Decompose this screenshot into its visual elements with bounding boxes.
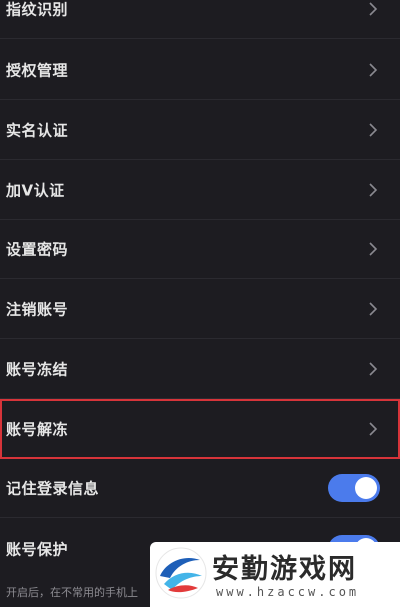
settings-item-label: 账号保护 [6, 540, 69, 558]
settings-item-fingerprint[interactable]: 指纹识别 [0, 0, 400, 39]
watermark: 安勤游戏网 www.hzaccw.com [150, 542, 400, 607]
settings-item-label: 指纹识别 [6, 0, 69, 19]
settings-item-label: 记住登录信息 [6, 479, 100, 498]
settings-item-freeze-account[interactable]: 账号冻结 [0, 340, 400, 399]
settings-item-set-password[interactable]: 设置密码 [0, 220, 400, 279]
remember-login-toggle[interactable] [328, 474, 380, 502]
settings-item-label: 注销账号 [6, 300, 69, 319]
chevron-right-icon [369, 123, 378, 137]
settings-item-real-name[interactable]: 实名认证 [0, 101, 400, 160]
chevron-right-icon [369, 183, 378, 197]
toggle-knob [355, 477, 377, 499]
chevron-right-icon [369, 302, 378, 316]
chevron-right-icon [369, 242, 378, 256]
chevron-right-icon [369, 63, 378, 77]
account-protection-note: 开启后，在不常用的手机上 [6, 586, 138, 599]
watermark-url: www.hzaccw.com [216, 585, 360, 599]
settings-item-label: 实名认证 [6, 121, 69, 140]
settings-item-label: 账号解冻 [6, 420, 69, 438]
settings-item-verification[interactable]: 加V认证 [0, 161, 400, 220]
chevron-right-icon [369, 362, 378, 376]
watermark-name: 安勤游戏网 [212, 554, 357, 585]
chevron-right-icon [369, 2, 378, 16]
settings-item-delete-account[interactable]: 注销账号 [0, 280, 400, 339]
settings-item-label: 授权管理 [6, 61, 69, 80]
settings-item-label: 加V认证 [6, 181, 65, 200]
settings-item-unfreeze-account[interactable]: 账号解冻 [0, 399, 400, 459]
settings-item-label: 账号冻结 [6, 360, 69, 379]
settings-item-remember-login: 记住登录信息 [0, 459, 400, 518]
watermark-logo-icon [155, 547, 207, 599]
settings-item-authorization[interactable]: 授权管理 [0, 41, 400, 100]
settings-item-label: 设置密码 [6, 240, 69, 259]
chevron-right-icon [369, 421, 378, 436]
